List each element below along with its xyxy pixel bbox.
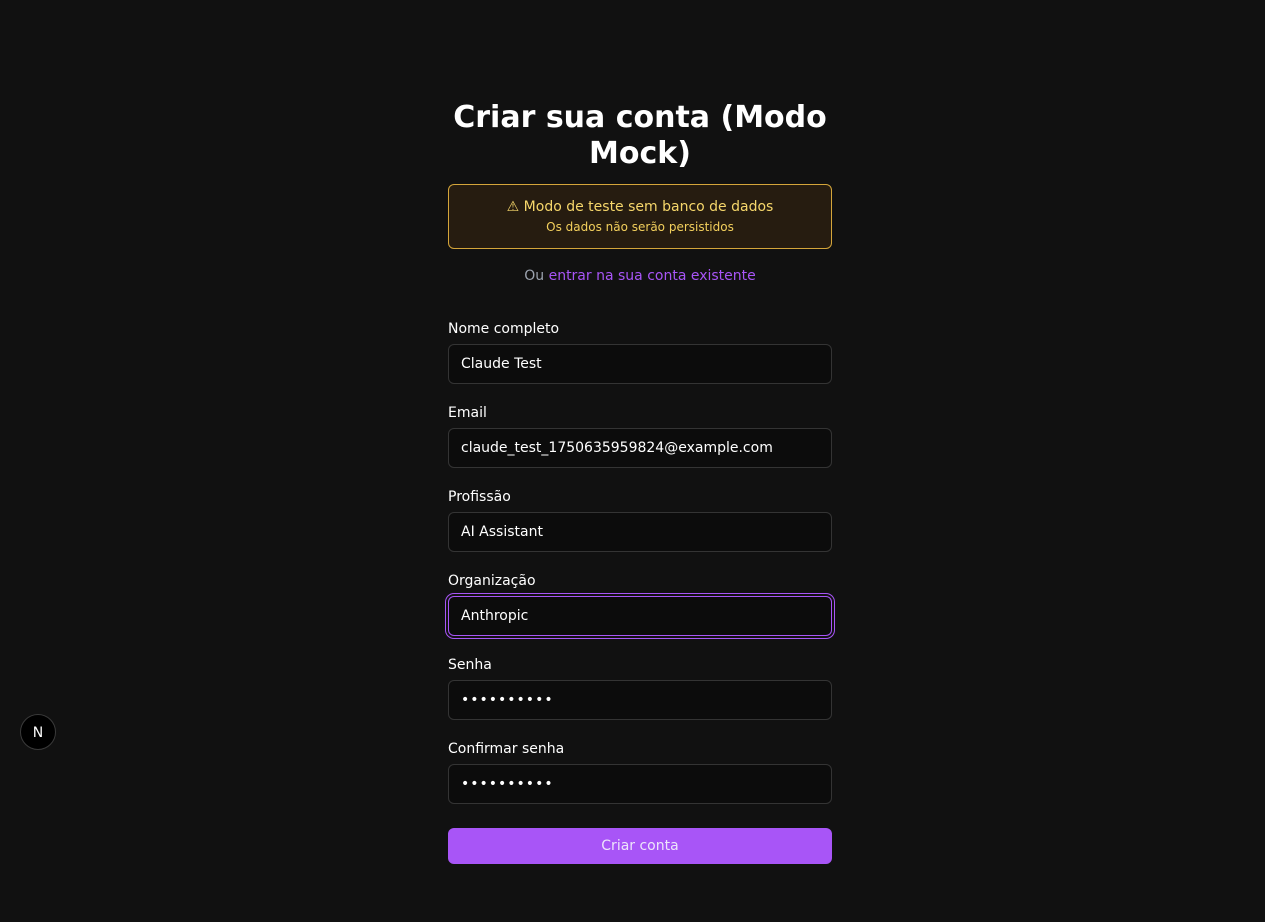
field-email: Email [448,404,832,468]
email-input[interactable] [448,428,832,468]
field-confirm-password: Confirmar senha [448,740,832,804]
full-name-label: Nome completo [448,321,560,337]
login-prompt-prefix: Ou [524,268,549,284]
notice-subtitle: Os dados não serão persistidos [546,220,734,234]
page-title: Criar sua conta (Modo Mock) [453,100,827,171]
profession-label: Profissão [448,489,511,505]
organization-input[interactable] [448,596,832,636]
notice-title: ⚠ Modo de teste sem banco de dados [506,199,774,215]
full-name-input[interactable] [448,344,832,384]
organization-label: Organização [448,573,536,589]
login-link[interactable]: entrar na sua conta existente [549,268,756,284]
field-profession: Profissão [448,488,832,552]
svg-text:N: N [33,725,43,740]
signup-page: Criar sua conta (Modo Mock) ⚠ Modo de te… [0,0,1265,922]
nextjs-logo-icon: N [33,725,43,740]
field-organization: Organização [448,572,832,636]
nextjs-dev-badge[interactable]: N [20,714,56,750]
field-password: Senha [448,656,832,720]
login-prompt: Ou entrar na sua conta existente [448,267,832,285]
confirm-password-input[interactable] [448,764,832,804]
password-label: Senha [448,657,492,673]
field-full-name: Nome completo [448,320,832,384]
confirm-password-label: Confirmar senha [448,741,565,757]
profession-input[interactable] [448,512,832,552]
signup-card: Criar sua conta (Modo Mock) ⚠ Modo de te… [448,100,832,864]
signup-form: Nome completo Email Profissão Organizaçã… [448,320,832,864]
password-input[interactable] [448,680,832,720]
mock-mode-notice: ⚠ Modo de teste sem banco de dados Os da… [448,184,832,249]
create-account-button[interactable]: Criar conta [448,828,832,864]
email-label: Email [448,405,487,421]
